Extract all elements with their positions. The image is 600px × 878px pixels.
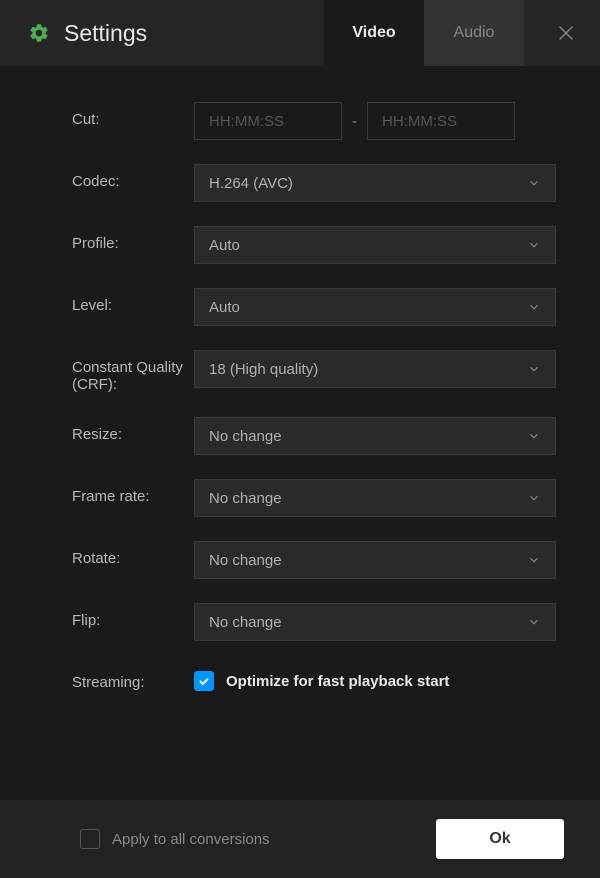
label-codec: Codec: xyxy=(72,164,194,190)
row-streaming: Streaming: Optimize for fast playback st… xyxy=(72,665,556,691)
streaming-label: Optimize for fast playback start xyxy=(226,673,449,690)
header: Settings Video Audio xyxy=(0,0,600,66)
row-flip: Flip: No change xyxy=(72,603,556,641)
label-streaming: Streaming: xyxy=(72,665,194,691)
label-profile: Profile: xyxy=(72,226,194,252)
row-level: Level: Auto xyxy=(72,288,556,326)
label-crf: Constant Quality (CRF): xyxy=(72,350,194,393)
footer: Apply to all conversions Ok xyxy=(0,800,600,878)
tab-video[interactable]: Video xyxy=(324,0,424,66)
resize-select[interactable]: No change xyxy=(194,417,556,455)
cut-start-input[interactable] xyxy=(194,102,342,140)
rotate-select[interactable]: No change xyxy=(194,541,556,579)
chevron-down-icon xyxy=(527,238,541,252)
framerate-select[interactable]: No change xyxy=(194,479,556,517)
row-resize: Resize: No change xyxy=(72,417,556,455)
streaming-checkbox[interactable] xyxy=(194,671,214,691)
row-profile: Profile: Auto xyxy=(72,226,556,264)
flip-select[interactable]: No change xyxy=(194,603,556,641)
level-select[interactable]: Auto xyxy=(194,288,556,326)
chevron-down-icon xyxy=(527,176,541,190)
label-framerate: Frame rate: xyxy=(72,479,194,505)
tabs: Video Audio xyxy=(324,0,524,66)
chevron-down-icon xyxy=(527,362,541,376)
chevron-down-icon xyxy=(527,300,541,314)
row-codec: Codec: H.264 (AVC) xyxy=(72,164,556,202)
cut-end-input[interactable] xyxy=(367,102,515,140)
profile-select[interactable]: Auto xyxy=(194,226,556,264)
tab-audio[interactable]: Audio xyxy=(424,0,524,66)
check-icon xyxy=(197,674,211,688)
page-title: Settings xyxy=(64,20,324,47)
row-rotate: Rotate: No change xyxy=(72,541,556,579)
apply-all-checkbox[interactable] xyxy=(80,829,100,849)
chevron-down-icon xyxy=(527,615,541,629)
gear-icon xyxy=(28,22,50,44)
close-button[interactable] xyxy=(552,19,580,47)
chevron-down-icon xyxy=(527,491,541,505)
chevron-down-icon xyxy=(527,429,541,443)
cut-separator: - xyxy=(352,113,357,130)
row-crf: Constant Quality (CRF): 18 (High quality… xyxy=(72,350,556,393)
label-resize: Resize: xyxy=(72,417,194,443)
label-flip: Flip: xyxy=(72,603,194,629)
ok-button[interactable]: Ok xyxy=(436,819,564,859)
codec-select[interactable]: H.264 (AVC) xyxy=(194,164,556,202)
chevron-down-icon xyxy=(527,553,541,567)
settings-form: Cut: - Codec: H.264 (AVC) Profile: Auto … xyxy=(0,66,600,735)
apply-all-label: Apply to all conversions xyxy=(112,831,270,848)
label-level: Level: xyxy=(72,288,194,314)
label-cut: Cut: xyxy=(72,102,194,128)
row-framerate: Frame rate: No change xyxy=(72,479,556,517)
close-icon xyxy=(555,22,577,44)
crf-select[interactable]: 18 (High quality) xyxy=(194,350,556,388)
label-rotate: Rotate: xyxy=(72,541,194,567)
row-cut: Cut: - xyxy=(72,102,556,140)
